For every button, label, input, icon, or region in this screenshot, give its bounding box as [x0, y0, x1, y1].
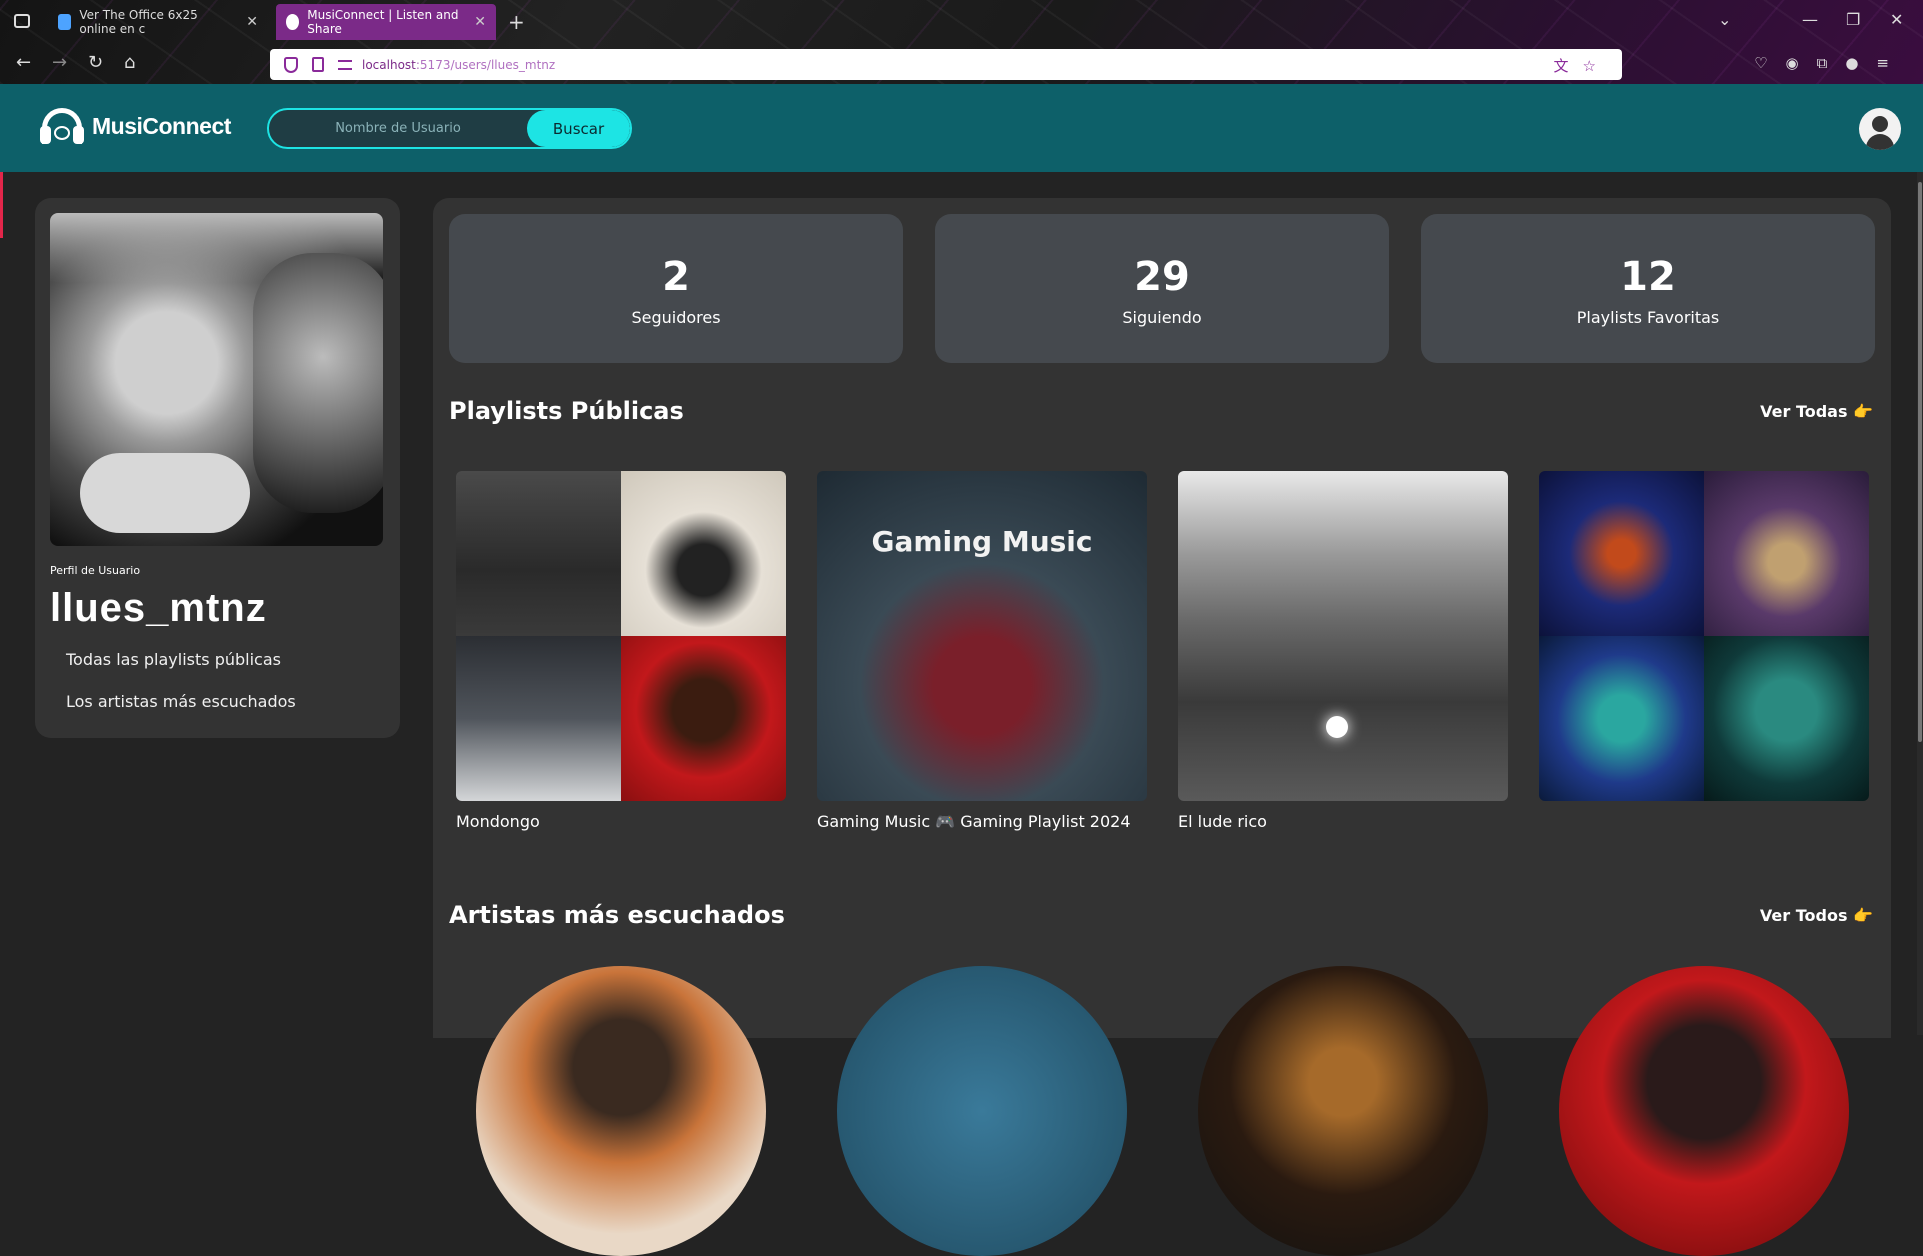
playlist-title: Mondongo	[456, 812, 540, 831]
account-icon[interactable]: ◉	[1786, 54, 1817, 72]
url-path: :5173/users/llues_mtnz	[415, 57, 556, 72]
playlist-cover: Gaming Music	[817, 471, 1147, 801]
username-search-input[interactable]	[269, 110, 527, 147]
playlist-cover	[1539, 471, 1869, 801]
close-tab-icon[interactable]: ✕	[246, 14, 258, 30]
scrollbar-thumb[interactable]	[1918, 182, 1922, 742]
see-all-artists-link[interactable]: Ver Todos 👉	[1760, 906, 1873, 925]
artist-avatar[interactable]	[476, 966, 766, 1256]
playlist-card-el-lude-rico[interactable]: El lude rico	[1178, 471, 1508, 835]
cover-art	[456, 636, 621, 801]
artist-avatar[interactable]	[837, 966, 1127, 1256]
tab-title: MusiConnect | Listen and Share	[307, 8, 459, 36]
url-host: localhost	[362, 57, 416, 72]
profile-username: llues_mtnz	[50, 586, 267, 630]
stat-value: 12	[1620, 254, 1676, 300]
list-all-tabs-icon[interactable]: ⌄	[1718, 10, 1731, 29]
playlist-card-mondongo[interactable]: Mondongo	[456, 471, 786, 835]
tab-list-icon[interactable]	[14, 14, 30, 28]
stat-label: Siguiendo	[1122, 308, 1202, 327]
artist-avatar[interactable]	[1198, 966, 1488, 1256]
playlist-cover	[1178, 471, 1508, 801]
logo[interactable]: MusiConnect	[40, 106, 231, 146]
minimize-icon[interactable]: —	[1802, 10, 1818, 29]
app-header: MusiConnect Buscar	[0, 84, 1923, 172]
cover-art	[621, 471, 786, 636]
window-close-icon[interactable]: ✕	[1890, 10, 1903, 29]
stat-label: Playlists Favoritas	[1576, 308, 1720, 327]
sun-shape	[1326, 716, 1348, 738]
left-accent-bar	[0, 172, 3, 238]
stat-label: Seguidores	[631, 308, 721, 327]
page-info-icon[interactable]	[312, 57, 324, 72]
main-panel: 2 Seguidores 29 Siguiendo 12 Playlists F…	[433, 198, 1891, 1256]
cover-art	[1704, 636, 1869, 801]
user-menu-avatar-icon[interactable]	[1859, 108, 1901, 150]
profile-card: Perfil de Usuario llues_mtnz Todas las p…	[35, 198, 400, 738]
tracking-protection-icon[interactable]	[284, 56, 298, 73]
address-bar[interactable]: localhost:5173/users/llues_mtnz 文☆	[270, 49, 1622, 80]
translate-icon[interactable]: 文	[1554, 57, 1583, 75]
url-text[interactable]: localhost:5173/users/llues_mtnz	[362, 58, 555, 72]
favicon-icon	[286, 14, 300, 30]
cover-art	[1539, 471, 1704, 636]
cover-art	[621, 636, 786, 801]
stat-favorite-playlists[interactable]: 12 Playlists Favoritas	[1421, 214, 1875, 363]
see-all-label: Ver Todas	[1760, 402, 1848, 421]
playlist-card-mago-de-oz[interactable]	[1539, 471, 1869, 809]
stat-following[interactable]: 29 Siguiendo	[935, 214, 1389, 363]
menu-icon[interactable]: ≡	[1876, 54, 1907, 72]
user-search: Buscar	[267, 108, 632, 149]
tab-title: Ver The Office 6x25 online en c	[79, 8, 198, 36]
home-icon[interactable]: ⌂	[124, 52, 135, 73]
tab-bar: Ver The Office 6x25 online en c ✕ MusiCo…	[0, 0, 1923, 46]
browser-tab-musiconnect[interactable]: MusiConnect | Listen and Share ✕	[276, 4, 496, 40]
stat-value: 2	[662, 254, 690, 300]
see-all-playlists-link[interactable]: Ver Todas 👉	[1760, 402, 1873, 421]
playlist-cover	[456, 471, 786, 801]
page-scrollbar[interactable]	[1917, 172, 1923, 1035]
navigation-bar: ← → ↻ ⌂ localhost:5173/users/llues_mtnz …	[0, 46, 1923, 84]
favicon-icon	[58, 14, 72, 30]
new-tab-icon[interactable]: +	[508, 10, 525, 34]
top-artists-link[interactable]: Los artistas más escuchados	[66, 692, 296, 711]
profile-photo	[50, 213, 383, 546]
extensions-icon[interactable]: ⧉	[1817, 54, 1846, 72]
top-artists-title: Artistas más escuchados	[449, 901, 785, 929]
stat-followers[interactable]: 2 Seguidores	[449, 214, 903, 363]
headphones-logo-icon	[40, 106, 84, 146]
pocket-icon[interactable]: ♡	[1754, 54, 1785, 72]
playlist-title: El lude rico	[1178, 812, 1267, 831]
pointing-hand-icon: 👉	[1853, 906, 1873, 925]
restore-icon[interactable]: ❐	[1846, 10, 1860, 29]
public-playlists-title: Playlists Públicas	[449, 397, 684, 425]
bookmark-star-icon[interactable]: ☆	[1583, 57, 1610, 75]
toolbar-extensions: ♡◉⧉●≡	[1754, 54, 1907, 72]
reload-icon[interactable]: ↻	[88, 52, 103, 73]
permissions-icon[interactable]	[338, 59, 352, 70]
profile-label: Perfil de Usuario	[50, 564, 141, 577]
artist-avatar[interactable]	[1559, 966, 1849, 1256]
back-icon[interactable]: ←	[16, 52, 31, 73]
close-tab-icon[interactable]: ✕	[474, 14, 486, 30]
ublock-icon[interactable]: ●	[1845, 54, 1876, 72]
search-button[interactable]: Buscar	[527, 110, 630, 147]
playlist-card-gaming-music[interactable]: Gaming Music Gaming Music 🎮 Gaming Playl…	[817, 471, 1147, 835]
stat-value: 29	[1134, 254, 1190, 300]
cover-art	[1704, 471, 1869, 636]
playlist-title: Gaming Music 🎮 Gaming Playlist 2024	[817, 812, 1131, 831]
see-all-label: Ver Todos	[1759, 906, 1848, 925]
pointing-hand-icon: 👉	[1853, 402, 1873, 421]
cover-art	[1539, 636, 1704, 801]
forward-icon[interactable]: →	[52, 52, 67, 73]
all-public-playlists-link[interactable]: Todas las playlists públicas	[66, 650, 281, 669]
browser-chrome: Ver The Office 6x25 online en c ✕ MusiCo…	[0, 0, 1923, 84]
logo-text: MusiConnect	[92, 112, 231, 139]
cover-text: Gaming Music	[871, 525, 1093, 558]
url-actions: 文☆	[1554, 55, 1610, 76]
cover-art	[456, 471, 621, 636]
browser-tab-office[interactable]: Ver The Office 6x25 online en c ✕	[48, 4, 268, 40]
